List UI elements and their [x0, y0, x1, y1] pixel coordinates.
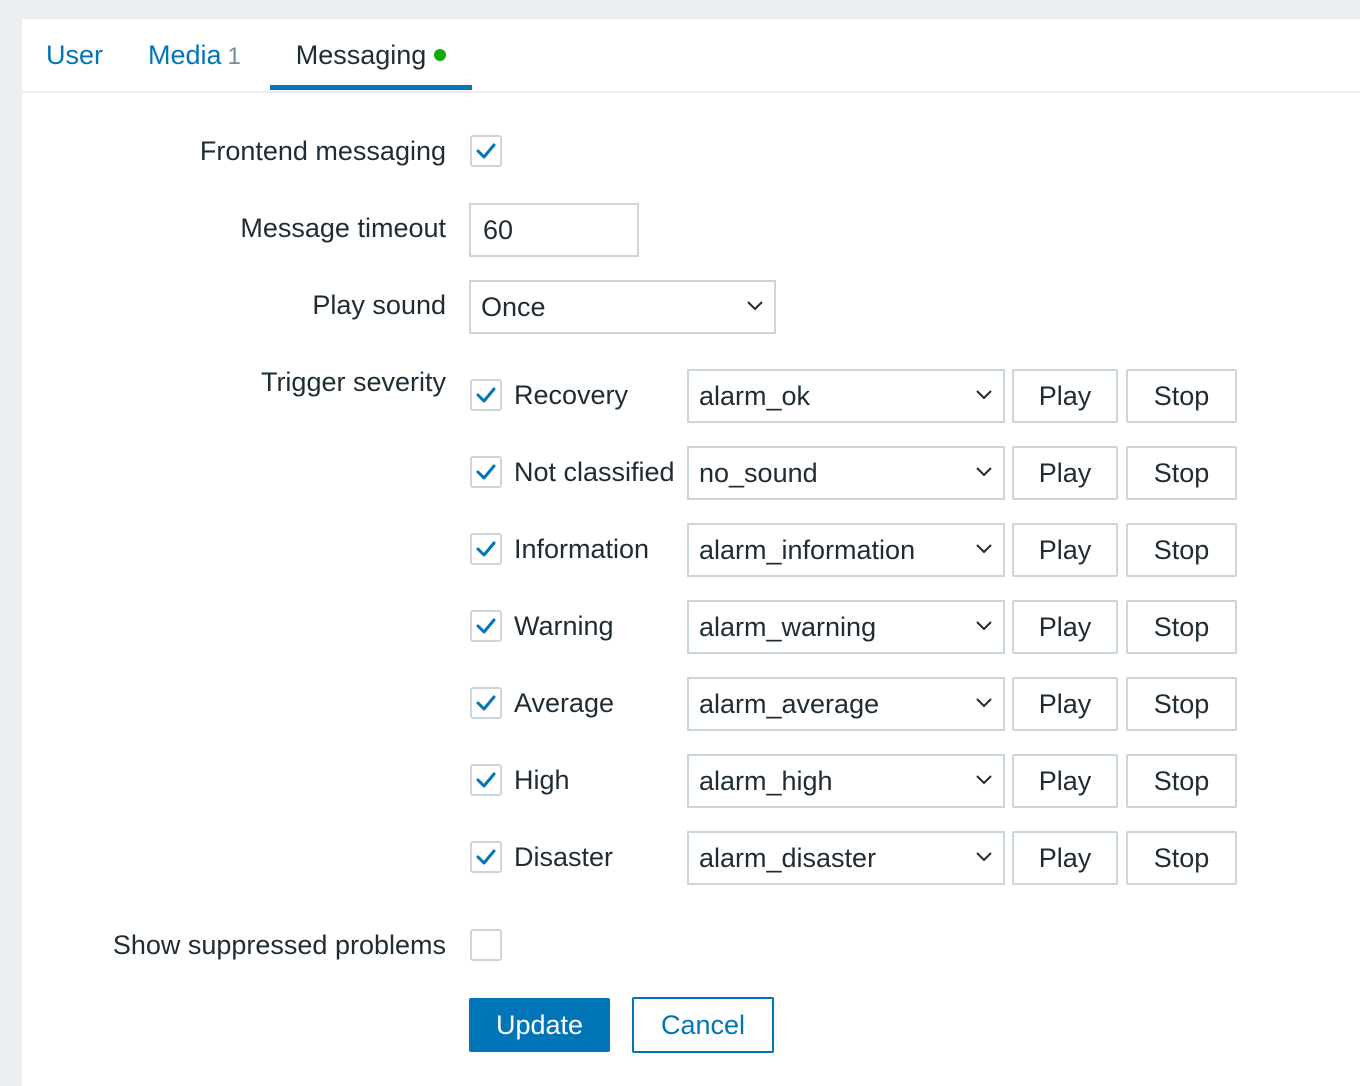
stop-button[interactable]: Stop: [1126, 831, 1237, 885]
severity-sound-value: alarm_ok: [699, 381, 811, 411]
severity-sound-select[interactable]: alarm_disaster: [687, 831, 1005, 885]
show-suppressed-checkbox[interactable]: [470, 929, 502, 961]
severity-checkbox[interactable]: [470, 456, 502, 488]
cancel-button[interactable]: Cancel: [632, 997, 774, 1053]
frontend-messaging-label: Frontend messaging: [199, 136, 446, 166]
stop-button[interactable]: Stop: [1126, 369, 1237, 423]
play-button[interactable]: Play: [1012, 523, 1118, 577]
status-dot-icon: [434, 48, 447, 61]
tab-messaging-label: Messaging: [295, 40, 427, 70]
chevron-down-icon: [747, 301, 763, 311]
stop-button[interactable]: Stop: [1126, 754, 1237, 808]
chevron-down-icon: [976, 390, 992, 400]
severity-sound-select[interactable]: alarm_average: [687, 677, 1005, 731]
checkmark-icon: [476, 541, 496, 557]
severity-sound-select[interactable]: alarm_ok: [687, 369, 1005, 423]
chevron-down-icon: [976, 467, 992, 477]
severity-label: Average: [514, 688, 615, 718]
tab-media-label: Media: [148, 40, 222, 70]
tab-media[interactable]: Media 1: [148, 19, 241, 91]
tab-media-count: 1: [227, 43, 241, 70]
play-button[interactable]: Play: [1012, 754, 1118, 808]
user-settings-panel: User Media 1 Messaging Frontend messaging…: [22, 19, 1360, 1086]
active-tab-indicator: [270, 85, 472, 90]
severity-sound-select[interactable]: alarm_high: [687, 754, 1005, 808]
severity-label: Not classified: [514, 457, 675, 487]
severity-sound-value: alarm_information: [699, 535, 916, 565]
severity-sound-value: alarm_disaster: [699, 843, 877, 873]
severity-checkbox[interactable]: [470, 379, 502, 411]
severity-label: Warning: [514, 611, 614, 641]
show-suppressed-label: Show suppressed problems: [112, 930, 446, 960]
severity-sound-value: no_sound: [699, 458, 818, 488]
severity-sound-select[interactable]: no_sound: [687, 446, 1005, 500]
message-timeout-label: Message timeout: [240, 213, 446, 243]
play-button[interactable]: Play: [1012, 831, 1118, 885]
checkmark-icon: [476, 618, 496, 634]
frontend-messaging-checkbox[interactable]: [470, 135, 502, 167]
severity-sound-value: alarm_high: [699, 766, 833, 796]
chevron-down-icon: [976, 544, 992, 554]
play-button[interactable]: Play: [1012, 600, 1118, 654]
checkmark-icon: [476, 695, 496, 711]
trigger-severity-label: Trigger severity: [260, 367, 446, 397]
play-button[interactable]: Play: [1012, 369, 1118, 423]
play-button[interactable]: Play: [1012, 677, 1118, 731]
play-sound-value: Once: [481, 292, 546, 322]
severity-checkbox[interactable]: [470, 841, 502, 873]
severity-label: Information: [514, 534, 650, 564]
chevron-down-icon: [976, 621, 992, 631]
chevron-down-icon: [976, 852, 992, 862]
update-button[interactable]: Update: [469, 998, 610, 1052]
checkmark-icon: [476, 849, 496, 865]
message-timeout-input[interactable]: 60: [469, 203, 639, 257]
checkmark-icon: [476, 387, 496, 403]
checkmark-icon: [476, 464, 496, 480]
play-button[interactable]: Play: [1012, 446, 1118, 500]
checkmark-icon: [476, 772, 496, 788]
stop-button[interactable]: Stop: [1126, 600, 1237, 654]
tab-bar: User Media 1 Messaging: [22, 19, 1360, 93]
stop-button[interactable]: Stop: [1126, 523, 1237, 577]
severity-checkbox[interactable]: [470, 764, 502, 796]
checkmark-icon: [476, 143, 496, 159]
severity-sound-select[interactable]: alarm_information: [687, 523, 1005, 577]
stop-button[interactable]: Stop: [1126, 446, 1237, 500]
severity-sound-value: alarm_warning: [699, 612, 877, 642]
severity-sound-value: alarm_average: [699, 689, 880, 719]
severity-label: Disaster: [514, 842, 614, 872]
play-sound-label: Play sound: [312, 290, 446, 320]
play-sound-select[interactable]: Once: [469, 280, 776, 334]
tab-user[interactable]: User: [46, 19, 103, 91]
tab-messaging[interactable]: Messaging: [270, 19, 472, 91]
severity-label: Recovery: [514, 380, 629, 410]
chevron-down-icon: [976, 698, 992, 708]
tab-user-label: User: [46, 40, 104, 70]
chevron-down-icon: [976, 775, 992, 785]
severity-checkbox[interactable]: [470, 610, 502, 642]
severity-checkbox[interactable]: [470, 533, 502, 565]
stop-button[interactable]: Stop: [1126, 677, 1237, 731]
severity-label: High: [514, 765, 570, 795]
severity-checkbox[interactable]: [470, 687, 502, 719]
severity-sound-select[interactable]: alarm_warning: [687, 600, 1005, 654]
